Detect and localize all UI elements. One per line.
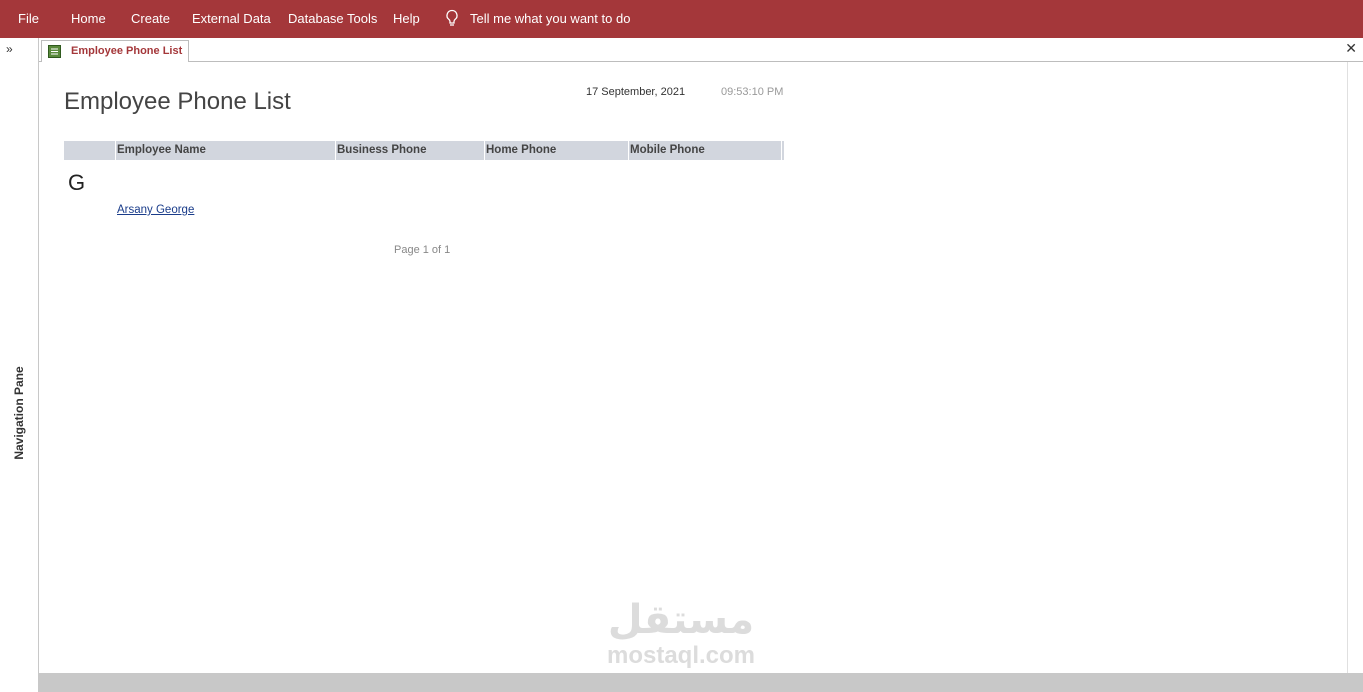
tab-database-tools[interactable]: Database Tools (288, 11, 377, 26)
navigation-pane-label[interactable]: Navigation Pane (12, 366, 26, 459)
navigation-pane[interactable]: » Navigation Pane (0, 38, 39, 692)
document-tab-strip: Employee Phone List ✕ (39, 38, 1363, 63)
vertical-scrollbar[interactable] (1347, 62, 1363, 673)
report-view: Employee Phone List 17 September, 2021 0… (40, 62, 1347, 673)
column-header-employee-name: Employee Name (115, 141, 334, 160)
tab-label: Employee Phone List (71, 45, 183, 57)
page-footer: Page 1 of 1 (394, 244, 451, 256)
ribbon-menu-bar: File Home Create External Data Database … (0, 0, 1363, 38)
tab-help[interactable]: Help (393, 11, 420, 26)
tab-external-data[interactable]: External Data (192, 11, 271, 26)
group-header-letter: G (68, 170, 86, 195)
watermark-logo: مستقل mostaql.com (598, 600, 764, 668)
report-title: Employee Phone List (64, 88, 291, 115)
watermark-latin: mostaql.com (606, 642, 756, 669)
report-time: 09:53:10 PM (721, 86, 784, 98)
employee-name-link[interactable]: Arsany George (117, 204, 194, 216)
horizontal-scrollbar[interactable] (39, 673, 1363, 692)
watermark-arabic: مستقل (607, 598, 755, 642)
tell-me-search[interactable]: Tell me what you want to do (444, 9, 630, 27)
tell-me-label: Tell me what you want to do (470, 10, 631, 26)
column-header-home-phone: Home Phone (484, 141, 627, 160)
tab-create[interactable]: Create (131, 11, 170, 26)
column-header-row: Employee Name Business Phone Home Phone … (64, 141, 784, 160)
tab-employee-phone-list[interactable]: Employee Phone List (41, 40, 189, 63)
column-header-end (781, 141, 784, 160)
column-header-mobile-phone: Mobile Phone (628, 141, 780, 160)
column-header-business-phone: Business Phone (335, 141, 483, 160)
close-icon[interactable]: ✕ (1345, 40, 1357, 57)
tab-file[interactable]: File (18, 11, 39, 26)
expand-chevron-icon[interactable]: » (6, 42, 13, 56)
report-date: 17 September, 2021 (586, 86, 686, 98)
report-icon (48, 45, 61, 58)
tab-home[interactable]: Home (71, 11, 106, 26)
lightbulb-icon (446, 9, 458, 26)
